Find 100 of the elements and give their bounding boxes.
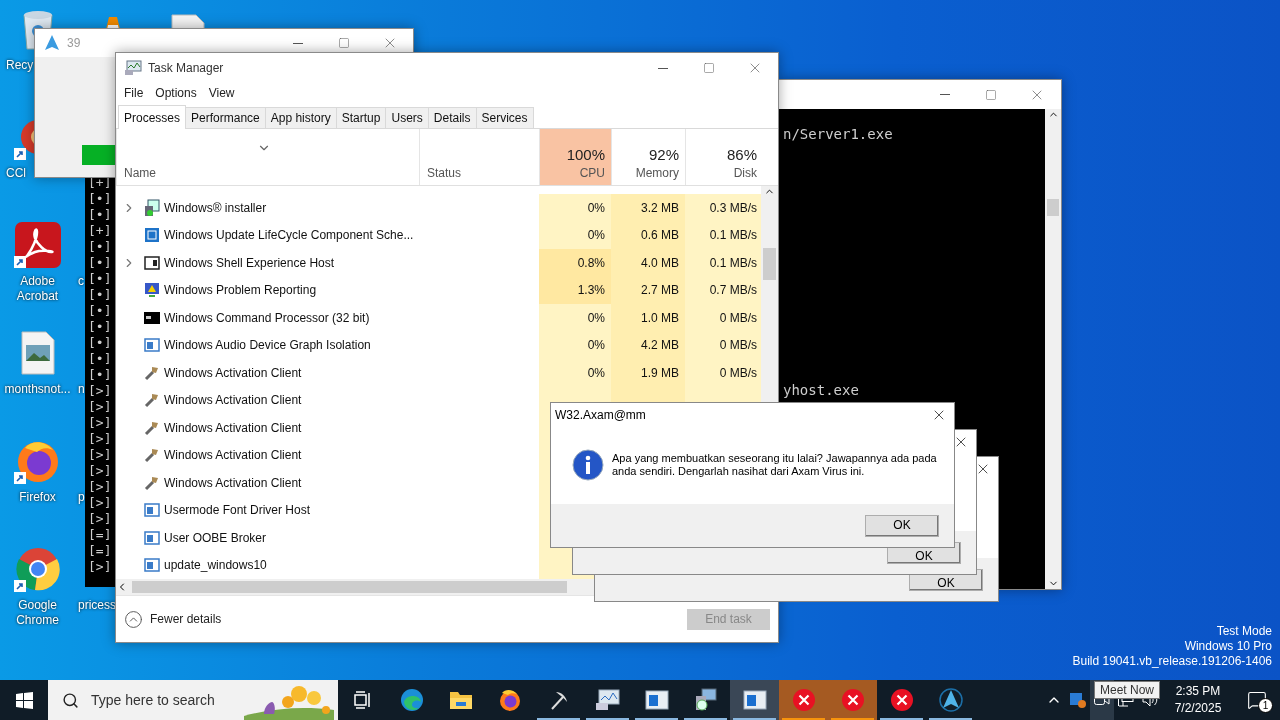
image-file-icon xyxy=(20,331,55,375)
console-line: [+] xyxy=(88,223,112,239)
scroll-thumb[interactable] xyxy=(1047,199,1059,216)
error-icon xyxy=(889,688,914,712)
window-icon xyxy=(144,338,160,353)
console-line: [•] xyxy=(88,271,112,287)
console-line: [>] xyxy=(88,431,112,447)
menu-item[interactable]: View xyxy=(203,86,240,100)
console-line: [>] xyxy=(88,559,112,575)
tab[interactable]: Users xyxy=(385,107,429,128)
tab[interactable]: Startup xyxy=(335,107,387,128)
console-line: [>] xyxy=(88,463,112,479)
memory-cell: 3.2 MB xyxy=(611,194,685,222)
process-name[interactable]: Windows Command Processor (32 bit) xyxy=(164,310,370,325)
collapse-icon xyxy=(124,609,143,629)
disk-cell: 0 MB/s xyxy=(685,359,761,387)
minimize-icon xyxy=(658,67,668,69)
maximize-icon xyxy=(985,88,997,101)
process-name[interactable]: Windows Activation Client xyxy=(164,365,302,380)
menu-item[interactable]: Options xyxy=(150,86,202,100)
window-icon xyxy=(144,503,160,518)
process-name[interactable]: Windows Shell Experience Host xyxy=(164,255,335,270)
process-name[interactable]: Windows Update LifeCycle Component Sche... xyxy=(164,228,414,243)
process-name[interactable]: Windows® installer xyxy=(164,200,267,215)
column-header[interactable]: 100% CPU xyxy=(539,129,611,185)
window-icon xyxy=(144,558,160,573)
window-title: Task Manager xyxy=(148,61,225,75)
tab[interactable]: App history xyxy=(264,107,337,128)
memory-cell: 4.0 MB xyxy=(611,249,685,277)
cpu-cell: 0% xyxy=(539,359,611,387)
notifications-button[interactable]: 1 xyxy=(1234,680,1280,720)
error-icon xyxy=(791,688,816,712)
process-name[interactable]: Windows Activation Client xyxy=(164,420,302,435)
maximize-icon xyxy=(703,62,715,74)
console-line: yhost.exe xyxy=(783,382,860,398)
process-name[interactable]: User OOBE Broker xyxy=(164,530,267,545)
scrollbar[interactable] xyxy=(1045,109,1061,589)
console-line: [•] xyxy=(88,351,112,367)
memory-cell: 4.2 MB xyxy=(611,331,685,359)
notification-badge: 1 xyxy=(1258,698,1273,713)
scroll-thumb[interactable] xyxy=(763,248,776,280)
console-line: [•] xyxy=(88,239,112,255)
clock[interactable]: 2:35 PM 7/2/2025 xyxy=(1162,680,1234,720)
memory-cell: 0.6 MB xyxy=(611,221,685,249)
tab[interactable]: Services xyxy=(475,107,534,128)
console-line: [=] xyxy=(88,543,112,559)
window-icon xyxy=(644,690,669,710)
os-info-text: Test Mode xyxy=(1216,624,1272,639)
process-name[interactable]: Windows Audio Device Graph Isolation xyxy=(164,338,371,353)
folder-icon xyxy=(448,690,473,710)
taskbar-app-button[interactable] xyxy=(730,680,779,720)
triangle-logo-icon xyxy=(43,34,61,52)
process-name[interactable]: Windows Activation Client xyxy=(164,448,302,463)
terminal-icon xyxy=(144,311,160,324)
tab[interactable]: Details xyxy=(427,107,477,128)
search-icon xyxy=(62,691,79,709)
window-icon xyxy=(144,530,160,545)
tool-icon xyxy=(144,419,160,436)
console-line: n/Server1.exe xyxy=(783,126,894,142)
console-line: [>] xyxy=(88,479,112,495)
process-name[interactable]: Windows Problem Reporting xyxy=(164,283,317,298)
cpu-cell: 0% xyxy=(539,331,611,359)
console-line: [=] xyxy=(88,527,112,543)
search-field[interactable]: Type here to search xyxy=(48,680,338,720)
task-manager-icon xyxy=(594,689,621,711)
error-icon xyxy=(840,688,865,712)
edge-icon xyxy=(399,688,424,712)
minimize-icon xyxy=(293,42,303,44)
process-name[interactable]: Windows Activation Client xyxy=(164,393,302,408)
shortcut-arrow-icon xyxy=(13,148,26,160)
os-info-text: Build 19041.vb_release.191206-1406 xyxy=(1072,654,1272,669)
cpu-cell: 0.8% xyxy=(539,249,611,277)
disk-cell: 0.1 MB/s xyxy=(685,221,761,249)
console-line: [•] xyxy=(88,303,112,319)
dialog-message: Apa yang membuatkan seseorang itu lalai? Jawapannya ada pada anda sendiri. Dengarlah nasihat dari Axam Virus ini. xyxy=(612,452,938,478)
process-name[interactable]: update_windows10 xyxy=(164,558,267,573)
console-line: [•] xyxy=(88,367,112,383)
console-line: [•] xyxy=(88,255,112,271)
process-name[interactable]: Windows Activation Client xyxy=(164,475,302,490)
console-line: [>] xyxy=(88,511,112,527)
cpu-cell: 0% xyxy=(539,194,611,222)
setup-icon xyxy=(693,688,718,712)
window-icon xyxy=(144,227,160,244)
console-line: [•] xyxy=(88,335,112,351)
task-view-icon xyxy=(353,691,372,709)
tab[interactable]: Performance xyxy=(185,107,266,128)
disk-cell: 0.1 MB/s xyxy=(685,249,761,277)
console-line: [•] xyxy=(88,191,112,207)
shortcut-arrow-icon xyxy=(13,472,26,484)
fewer-details-button[interactable]: Fewer details xyxy=(124,609,222,629)
menu-item[interactable]: File xyxy=(119,86,149,100)
tab[interactable]: Processes xyxy=(118,105,187,129)
dialog-title: W32.Axam@mm xyxy=(555,407,647,422)
ok-button[interactable]: OK xyxy=(865,514,939,537)
report-icon xyxy=(144,282,160,299)
info-icon xyxy=(572,449,604,481)
console-line: [>] xyxy=(88,415,112,431)
disk-cell: 0.7 MB/s xyxy=(685,276,761,304)
triangle-logo-icon xyxy=(937,687,964,713)
process-name[interactable]: Usermode Font Driver Host xyxy=(164,503,311,518)
